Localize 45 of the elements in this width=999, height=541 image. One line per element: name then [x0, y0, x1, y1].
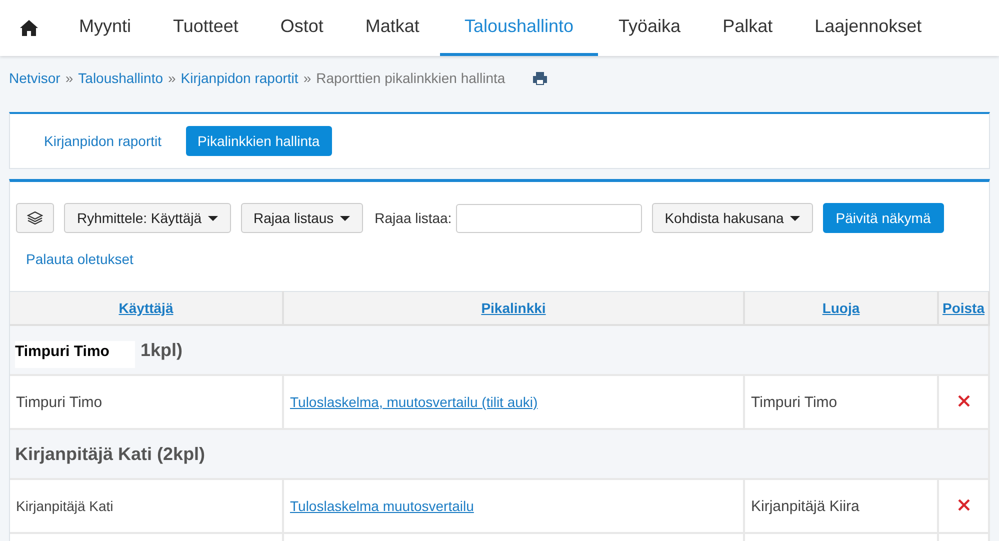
caret-icon — [790, 216, 800, 220]
home-icon[interactable] — [19, 19, 39, 37]
user-cell: Kirjanpitäjä Kati — [10, 479, 283, 533]
nav-tab[interactable]: Matkat — [344, 0, 440, 56]
delete-icon[interactable] — [958, 499, 970, 511]
breadcrumb-current: Raporttien pikalinkkien hallinta — [316, 70, 506, 86]
column-header[interactable]: Käyttäjä — [10, 292, 283, 325]
column-header[interactable]: Luoja — [744, 292, 938, 325]
nav-tab[interactable]: Laajennokset — [794, 0, 943, 56]
layers-button[interactable] — [16, 203, 54, 233]
breadcrumb-separator: » — [65, 70, 74, 86]
refresh-button[interactable]: Päivitä näkymä — [822, 203, 944, 233]
reset-link[interactable]: Palauta oletukset — [10, 233, 134, 291]
filter-dropdown[interactable]: Rajaa listaus — [240, 203, 363, 233]
group-count: 1kpl) — [140, 340, 182, 360]
sub-tab[interactable]: Pikalinkkien hallinta — [186, 126, 332, 156]
breadcrumb-link[interactable]: Kirjanpidon raportit — [180, 70, 298, 86]
nav-tab[interactable]: Taloushallinto — [440, 0, 598, 56]
delete-icon[interactable] — [958, 395, 970, 407]
breadcrumb-link[interactable]: Netvisor — [9, 70, 60, 86]
breadcrumb-link[interactable]: Taloushallinto — [78, 70, 163, 86]
breadcrumb-separator: » — [168, 70, 176, 86]
nav-tab[interactable]: Ostot — [259, 0, 344, 56]
caret-icon — [340, 216, 350, 220]
nav-tab[interactable]: Myynti — [58, 0, 152, 56]
layers-icon — [27, 211, 43, 225]
group-count: (2kpl) — [157, 444, 206, 464]
print-icon[interactable] — [532, 70, 548, 86]
target-dropdown[interactable]: Kohdista hakusana — [652, 203, 813, 233]
group-title: Kirjanpitäjä Kati — [15, 444, 152, 464]
nav-tab[interactable]: Tuotteet — [152, 0, 260, 56]
breadcrumb-separator: » — [303, 70, 312, 86]
nav-tab[interactable]: Palkat — [702, 0, 794, 56]
filter-input[interactable] — [456, 204, 642, 232]
group-by-dropdown[interactable]: Ryhmittele: Käyttäjä — [64, 203, 230, 233]
column-header[interactable]: Poista — [938, 292, 989, 325]
creator-cell: Kirjanpitäjä Kiira — [744, 479, 938, 533]
nav-tab[interactable]: Työaika — [598, 0, 702, 56]
group-title: Timpuri Timo — [15, 340, 136, 368]
quicklink[interactable]: Tuloslaskelma, muutosvertailu (tilit auki) — [290, 394, 538, 410]
filter-label: Rajaa listaa: — [374, 210, 452, 226]
caret-icon — [208, 216, 218, 220]
sub-tab[interactable]: Kirjanpidon raportit — [32, 126, 174, 156]
quicklink[interactable]: Tuloslaskelma muutosvertailu — [290, 498, 474, 514]
column-header[interactable]: Pikalinkki — [283, 292, 744, 325]
